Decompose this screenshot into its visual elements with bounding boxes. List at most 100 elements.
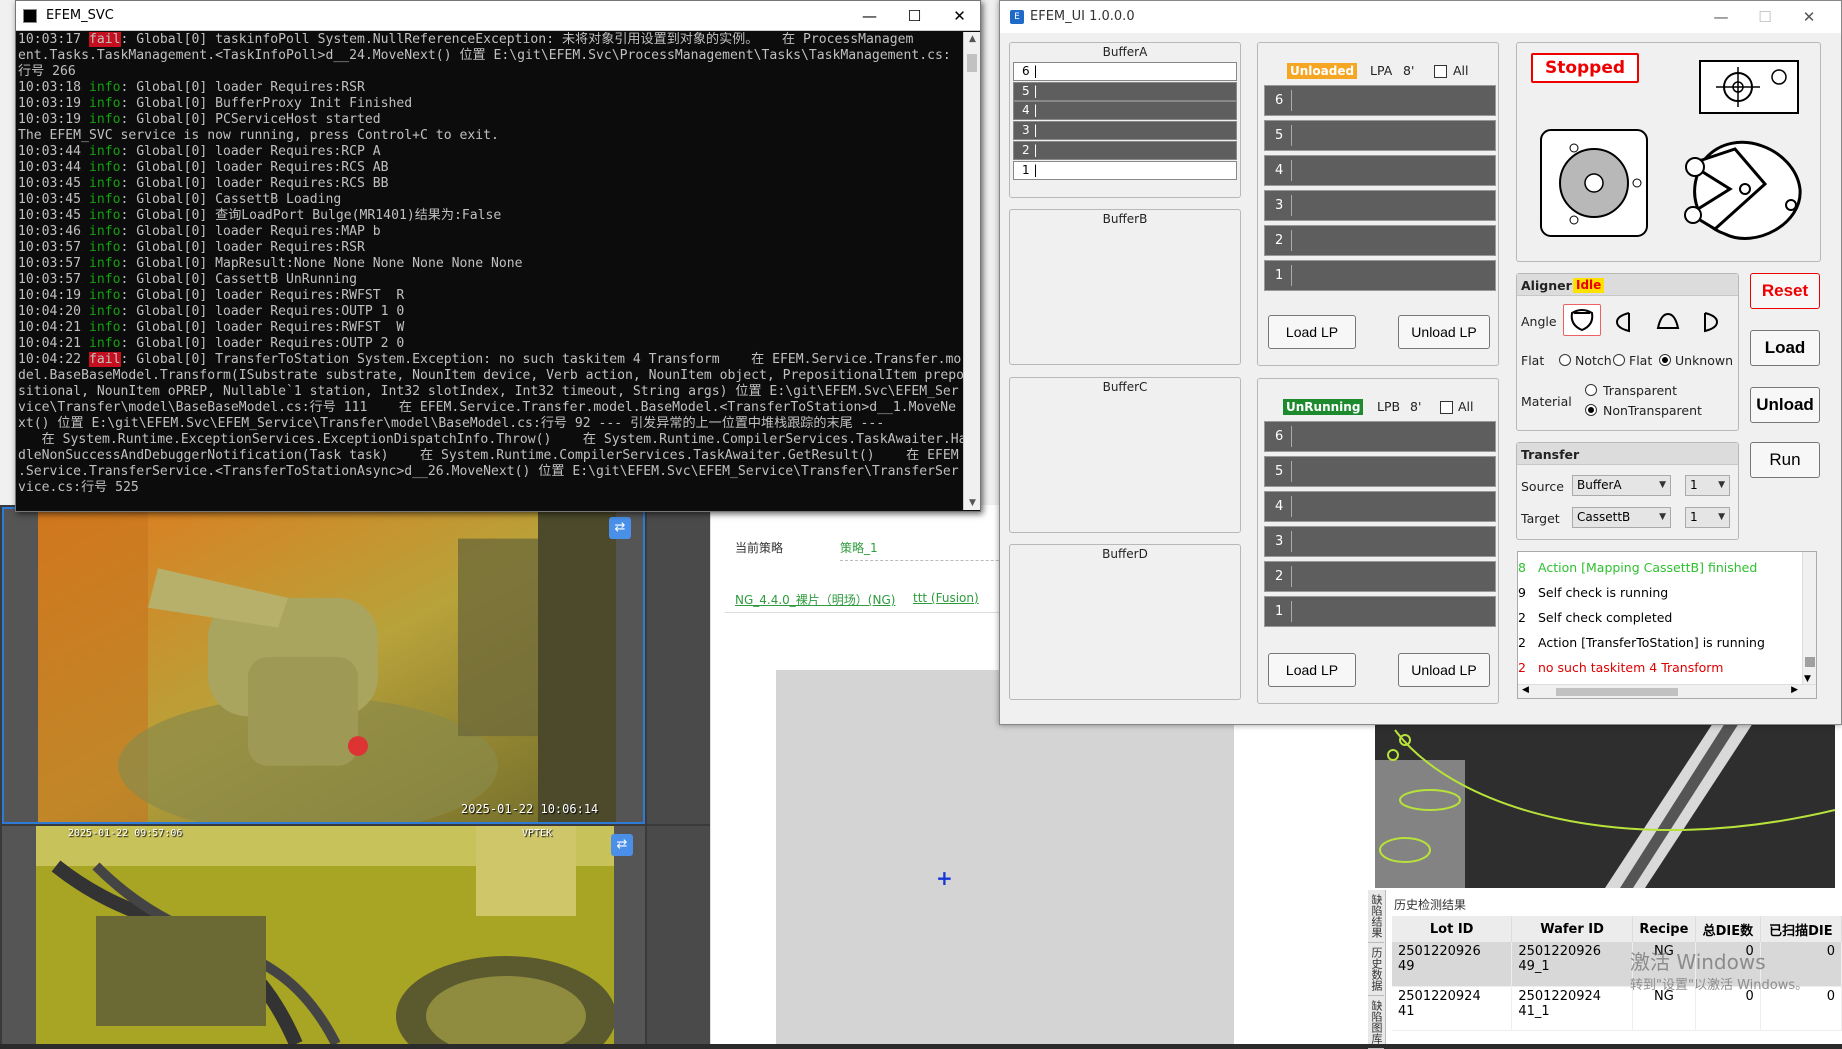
lpa-all-checkbox[interactable]: [1434, 65, 1447, 78]
flat-radio-notch[interactable]: [1559, 354, 1571, 366]
history-column-header[interactable]: 总DIE数: [1695, 916, 1761, 942]
angle-270-icon[interactable]: [1697, 310, 1721, 334]
scroll-thumb[interactable]: [967, 54, 977, 72]
camera-switch-icon[interactable]: ⇄: [609, 517, 631, 539]
console-text: : Global[0] loader Requires:RWFST W: [120, 320, 405, 335]
angle-180-icon[interactable]: [1655, 310, 1681, 334]
console-titlebar[interactable]: EFEM_SVC — ☐ ✕: [16, 1, 980, 31]
lpa-slot[interactable]: 3: [1264, 190, 1496, 221]
wafer-view[interactable]: +: [776, 670, 1234, 1044]
console-window[interactable]: EFEM_SVC — ☐ ✕ 10:03:17 fail: Global[0] …: [15, 0, 981, 512]
console-text: 10:03:44: [18, 160, 89, 175]
buffer-a-slot[interactable]: 3 |: [1013, 121, 1237, 141]
console-line: sitional, NounItem oPREP, Nullable`1 sta…: [18, 384, 977, 400]
close-icon[interactable]: ✕: [937, 1, 982, 31]
lpa-slot[interactable]: 6: [1264, 85, 1496, 116]
lpa-unload-button[interactable]: Unload LP: [1398, 315, 1490, 349]
angle-90-icon[interactable]: [1613, 310, 1637, 334]
console-text: 行号 266: [18, 64, 76, 79]
target-select[interactable]: CassettB ▼: [1572, 507, 1671, 528]
lpb-slot[interactable]: 4: [1264, 491, 1496, 522]
minimize-icon[interactable]: —: [847, 1, 892, 31]
log-vertical-scrollbar[interactable]: ▼: [1802, 552, 1816, 684]
camera-image-stage: [36, 826, 614, 1044]
lpb-unload-button[interactable]: Unload LP: [1398, 653, 1490, 687]
lpa-slot[interactable]: 5: [1264, 120, 1496, 151]
material-label: Material: [1521, 394, 1572, 409]
camera-view-2[interactable]: 2025-01-22 09:57:06 VPTEK ⇄: [2, 826, 645, 1044]
aligner-crosshair-icon: [1699, 60, 1799, 114]
buffer-c-title: BufferC: [1102, 380, 1148, 394]
camera-view-4[interactable]: [647, 826, 710, 1044]
recipe-link[interactable]: NG_4.4.0_裸片（明场）(NG): [735, 591, 895, 608]
minimize-icon[interactable]: —: [1699, 2, 1743, 32]
lpb-slot[interactable]: 2: [1264, 561, 1496, 592]
lpa-slot[interactable]: 2: [1264, 225, 1496, 256]
log-level-info: info: [88, 208, 121, 223]
buffer-a-slot[interactable]: 1 |: [1013, 160, 1237, 180]
console-text: : Global[0] loader Requires:MAP b: [120, 224, 381, 239]
lpa-slot[interactable]: 1: [1264, 260, 1496, 291]
tab-history-data[interactable]: 历史数据: [1368, 943, 1384, 996]
console-text: 10:04:21: [18, 320, 89, 335]
console-scrollbar[interactable]: ▲ ▼: [963, 32, 980, 510]
console-text: 10:04:22: [18, 352, 89, 367]
console-line: 10:03:19 info: Global[0] BufferProxy Ini…: [18, 96, 977, 112]
material-radio-transparent[interactable]: [1585, 384, 1597, 396]
buffer-a-slot[interactable]: 6 |: [1013, 62, 1237, 81]
lpb-slot[interactable]: 6: [1264, 421, 1496, 452]
target-slot-select[interactable]: 1 ▼: [1685, 507, 1730, 528]
scroll-down-icon[interactable]: ▼: [964, 498, 981, 508]
event-log[interactable]: 8 Action [Mapping CassettB] finished 9 Self…: [1517, 551, 1817, 699]
source-slot-select[interactable]: 1 ▼: [1685, 475, 1730, 496]
buffer-a-slot[interactable]: 5 |: [1013, 81, 1237, 101]
console-text: .Service.TransferService.<TransferToStat…: [18, 464, 959, 479]
unload-button[interactable]: Unload: [1750, 387, 1820, 423]
fusion-link[interactable]: ttt (Fusion): [913, 591, 979, 605]
console-line: .Service.TransferService.<TransferToStat…: [18, 464, 977, 480]
run-button[interactable]: Run: [1750, 442, 1820, 478]
lpa-slot[interactable]: 4: [1264, 155, 1496, 186]
history-column-header[interactable]: Lot ID: [1392, 916, 1513, 942]
flat-radio-unknown[interactable]: [1659, 354, 1671, 366]
history-column-header[interactable]: Recipe: [1632, 916, 1696, 942]
source-select[interactable]: BufferA ▼: [1572, 475, 1671, 496]
history-column-header[interactable]: 已扫描DIE: [1760, 916, 1842, 942]
flat-radio-flat[interactable]: [1613, 354, 1625, 366]
camera-view-3[interactable]: [647, 507, 710, 824]
lpb-slot[interactable]: 3: [1264, 526, 1496, 557]
reset-button[interactable]: Reset: [1750, 273, 1820, 309]
buffer-a-title: BufferA: [1102, 45, 1148, 59]
tab-defect-result[interactable]: 缺陷结果: [1368, 890, 1384, 943]
lpa-load-button[interactable]: Load LP: [1268, 315, 1356, 349]
buffer-a-slot[interactable]: 2 |: [1013, 140, 1237, 160]
flat-option-label: Flat: [1629, 353, 1653, 368]
history-column-header[interactable]: Wafer ID: [1511, 916, 1633, 942]
lpb-slot[interactable]: 5: [1264, 456, 1496, 487]
lpb-load-button[interactable]: Load LP: [1268, 653, 1356, 687]
log-entry-text: Self check completed: [1538, 610, 1673, 625]
lpb-all-checkbox[interactable]: [1440, 401, 1453, 414]
scroll-up-icon[interactable]: ▲: [964, 34, 981, 44]
console-text: : Global[0] taskinfoPoll System.NullRefe…: [120, 32, 914, 47]
angle-0-option[interactable]: [1563, 304, 1601, 336]
efem-titlebar[interactable]: E EFEM_UI 1.0.0.0 — ☐ ✕: [1000, 1, 1841, 33]
material-radio-nontransparent[interactable]: [1585, 404, 1597, 416]
scroll-left-icon[interactable]: ◀: [1522, 685, 1529, 695]
efem-title: EFEM_UI 1.0.0.0: [1030, 9, 1135, 24]
buffer-a-slot[interactable]: 4 |: [1013, 101, 1237, 121]
load-button[interactable]: Load: [1750, 330, 1820, 366]
scroll-right-icon[interactable]: ▶: [1791, 685, 1798, 695]
lpb-slot[interactable]: 1: [1264, 596, 1496, 627]
maximize-icon[interactable]: ☐: [892, 1, 937, 31]
log-entry-text: Action [Mapping CassettB] finished: [1538, 560, 1758, 575]
log-horizontal-scrollbar[interactable]: ◀ ▶: [1518, 684, 1816, 698]
log-level-info: info: [88, 336, 121, 351]
console-line: dleNonSuccessAndDebuggerNotification(Tas…: [18, 448, 977, 464]
camera-view-1[interactable]: 2025-01-22 10:06:14 ⇄: [2, 507, 645, 824]
camera-switch-icon[interactable]: ⇄: [611, 834, 633, 856]
close-icon[interactable]: ✕: [1787, 2, 1831, 32]
die-map-view[interactable]: [1375, 720, 1835, 888]
tab-defect-gallery[interactable]: 缺陷图库: [1368, 996, 1384, 1049]
scroll-down-icon[interactable]: ▼: [1804, 674, 1811, 684]
